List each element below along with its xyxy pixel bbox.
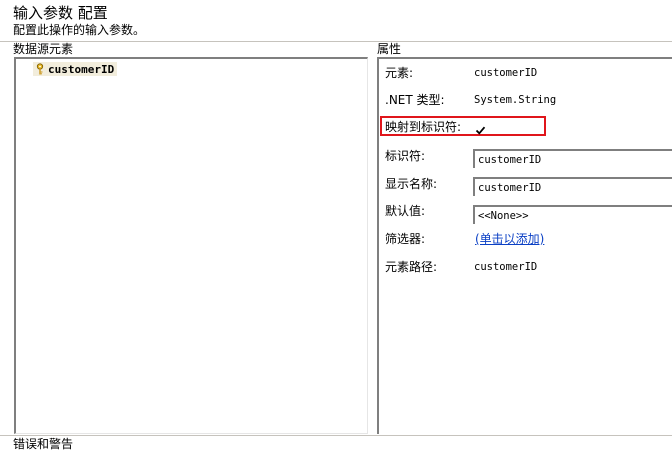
element-path-value: customerID — [474, 261, 538, 273]
header-divider — [0, 41, 672, 42]
properties-heading: 属性 — [377, 42, 402, 56]
page-subtitle: 配置此操作的输入参数。 — [13, 23, 146, 37]
tree-node-customerid[interactable]: customerID — [33, 60, 118, 79]
default-value-dropdown[interactable]: <<None>> — [473, 205, 672, 224]
default-value-label: 默认值: — [385, 204, 426, 218]
page-title: 输入参数 配置 — [13, 4, 108, 22]
element-path-label: 元素路径: — [385, 260, 438, 274]
filters-label: 筛选器: — [385, 232, 426, 246]
net-type-value: System.String — [474, 94, 557, 106]
element-label: 元素: — [385, 66, 414, 80]
errors-warnings-heading: 错误和警告 — [13, 437, 74, 451]
data-source-elements-heading: 数据源元素 — [13, 42, 74, 56]
display-name-label: 显示名称: — [385, 177, 438, 191]
element-value: customerID — [474, 67, 538, 79]
properties-panel: 元素: customerID .NET 类型: System.String 映射… — [377, 57, 672, 434]
footer-divider — [0, 435, 672, 436]
checkmark-icon — [475, 126, 486, 135]
key-icon — [35, 60, 45, 79]
map-to-identifier-checkbox[interactable] — [475, 121, 486, 135]
tree-node-label: customerID — [48, 62, 115, 76]
data-source-tree[interactable]: customerID — [14, 57, 368, 434]
display-name-input[interactable]: customerID — [473, 177, 672, 196]
identifier-label: 标识符: — [385, 149, 426, 163]
net-type-label: .NET 类型: — [385, 93, 445, 107]
add-filter-link[interactable]: (单击以添加) — [475, 232, 544, 246]
identifier-input[interactable]: customerID — [473, 149, 672, 168]
map-to-identifier-label: 映射到标识符: — [385, 120, 462, 134]
